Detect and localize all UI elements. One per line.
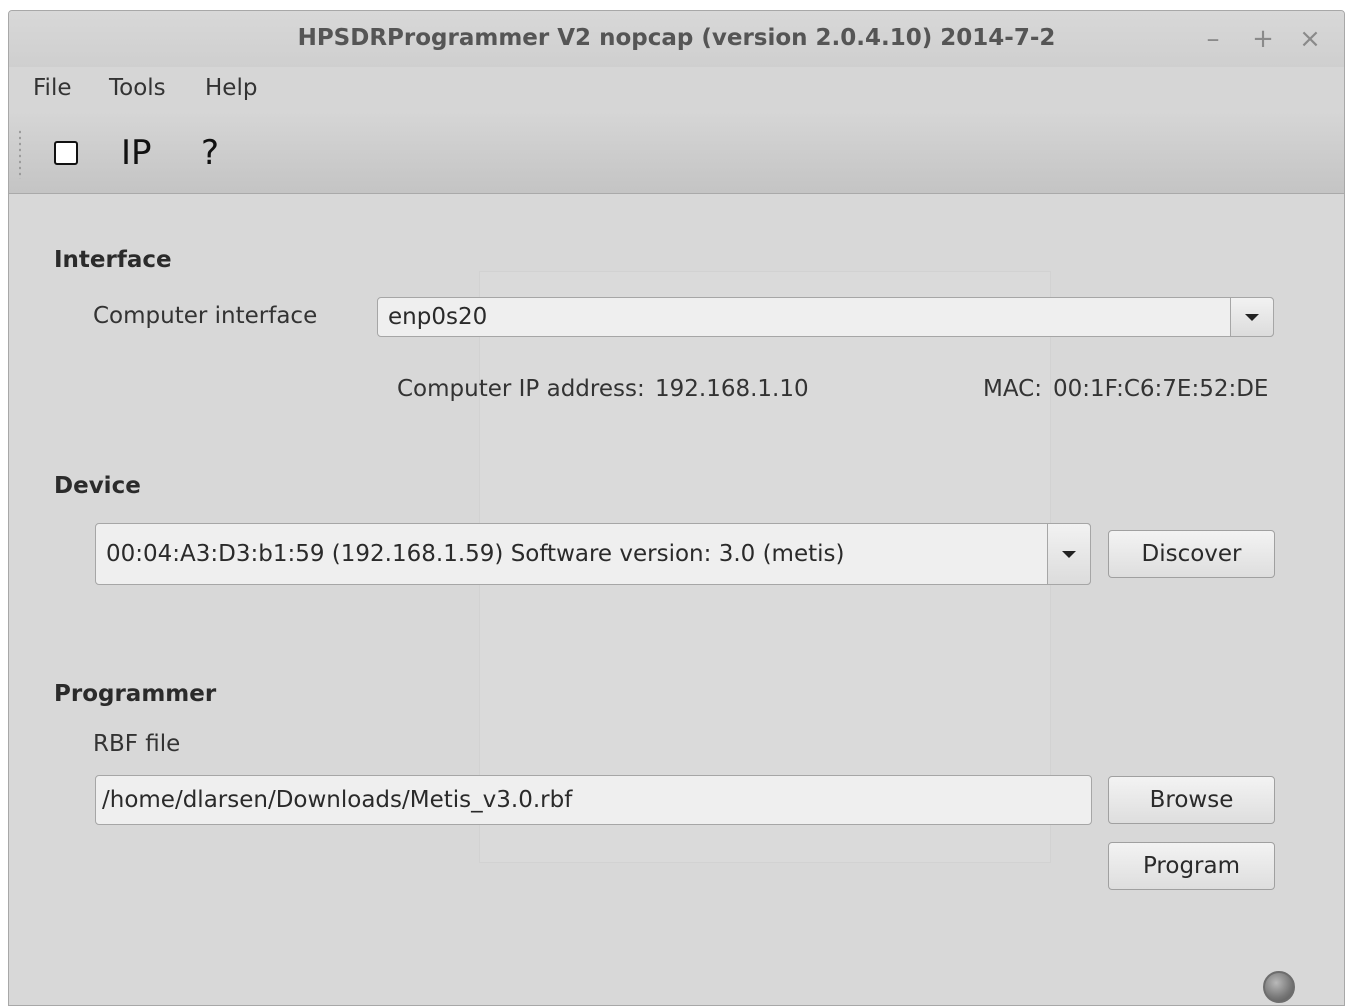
rbf-file-label: RBF file <box>93 731 181 757</box>
toolbar-grip-handle[interactable] <box>19 129 21 179</box>
mac-label: MAC: <box>983 376 1042 402</box>
chevron-down-icon <box>1062 551 1076 558</box>
app-window: HPSDRProgrammer V2 nopcap (version 2.0.4… <box>8 10 1345 1006</box>
computer-interface-dropdown-button[interactable] <box>1230 297 1274 337</box>
window-title: HPSDRProgrammer V2 nopcap (version 2.0.4… <box>297 25 1056 51</box>
program-button[interactable]: Program <box>1108 842 1275 890</box>
menu-tools[interactable]: Tools <box>109 75 166 101</box>
close-button[interactable]: × <box>1292 21 1328 57</box>
chevron-down-icon <box>1245 314 1259 321</box>
minimize-button[interactable]: – <box>1195 21 1231 57</box>
computer-ip-value: 192.168.1.10 <box>655 376 809 402</box>
menu-bar: File Tools Help <box>9 67 1344 111</box>
mac-value: 00:1F:C6:7E:52:DE <box>1053 376 1269 402</box>
toolbar: IP ? <box>9 111 1344 194</box>
title-bar[interactable]: HPSDRProgrammer V2 nopcap (version 2.0.4… <box>9 11 1344 67</box>
interface-section-label: Interface <box>54 247 172 273</box>
maximize-button[interactable]: + <box>1245 21 1281 57</box>
rbf-file-path: /home/dlarsen/Downloads/Metis_v3.0.rbf <box>102 787 573 813</box>
status-led-icon <box>1263 971 1295 1003</box>
computer-interface-select[interactable]: enp0s20 <box>377 297 1274 337</box>
menu-help[interactable]: Help <box>205 75 257 101</box>
device-selected-value: 00:04:A3:D3:b1:59 (192.168.1.59) Softwar… <box>106 541 845 567</box>
browse-button[interactable]: Browse <box>1108 776 1275 824</box>
ip-tool-button[interactable]: IP <box>121 133 152 173</box>
computer-interface-value: enp0s20 <box>388 304 488 330</box>
help-tool-button[interactable]: ? <box>201 133 219 173</box>
rbf-file-field[interactable]: /home/dlarsen/Downloads/Metis_v3.0.rbf <box>95 775 1092 825</box>
device-select[interactable]: 00:04:A3:D3:b1:59 (192.168.1.59) Softwar… <box>95 523 1091 585</box>
discover-button[interactable]: Discover <box>1108 530 1275 578</box>
programmer-section-label: Programmer <box>54 681 217 707</box>
computer-interface-label: Computer interface <box>93 303 318 329</box>
device-section-label: Device <box>54 473 141 499</box>
menu-file[interactable]: File <box>33 75 72 101</box>
device-dropdown-button[interactable] <box>1047 523 1091 585</box>
checkbox-icon[interactable] <box>54 141 78 165</box>
computer-ip-label: Computer IP address: <box>397 376 645 402</box>
